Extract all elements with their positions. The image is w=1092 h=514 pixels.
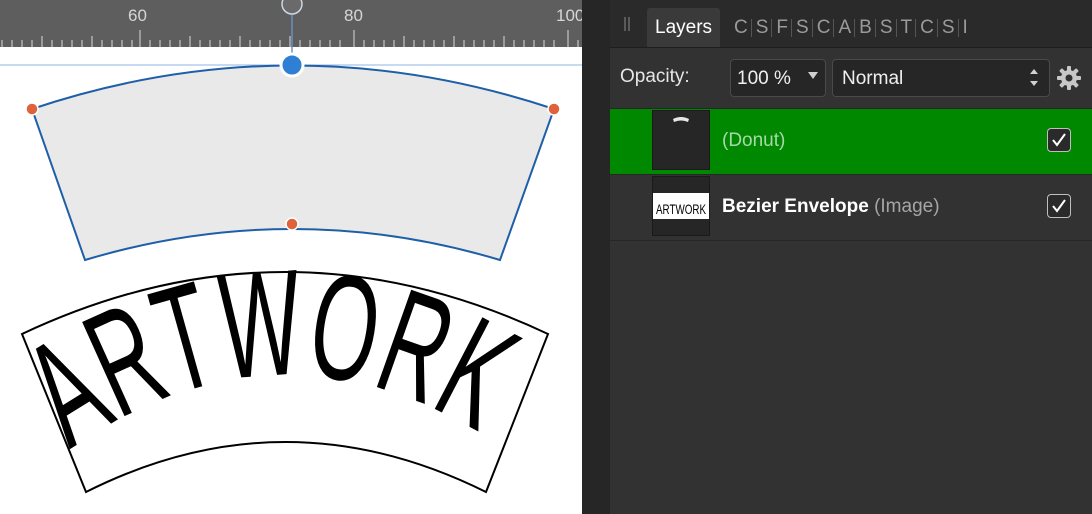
tab-styles[interactable]: S bbox=[874, 8, 897, 47]
grip-icon[interactable] bbox=[624, 17, 630, 31]
other-tabs: C S F S C A B S T C S I bbox=[730, 8, 972, 47]
tab-layers[interactable]: Layers bbox=[647, 8, 721, 47]
panel-divider[interactable] bbox=[582, 0, 610, 514]
stepper-icon bbox=[1029, 67, 1039, 89]
thumb-text: ARTWORK bbox=[656, 201, 706, 217]
layer-name-donut: (Donut) bbox=[722, 130, 785, 152]
opacity-dropdown[interactable]: 100 % bbox=[730, 59, 826, 97]
layer-row-bezier-envelope[interactable]: ARTWORK Bezier Envelope (Image) bbox=[610, 175, 1092, 241]
layers-toolbar: Opacity: 100 % Normal bbox=[610, 48, 1092, 109]
canvas[interactable]: 60 80 100 ARTWORK bbox=[0, 0, 582, 514]
layer-type-donut: (Donut) bbox=[722, 130, 786, 151]
tab-character[interactable]: C bbox=[811, 8, 835, 47]
tab-color[interactable]: C bbox=[730, 8, 752, 47]
layer-name-bezier: Bezier Envelope (Image) bbox=[722, 196, 940, 218]
donut-thumbnail bbox=[652, 110, 710, 170]
visibility-checkbox-donut[interactable] bbox=[1047, 128, 1071, 152]
opacity-value: 100 % bbox=[737, 68, 791, 89]
node-handle-top[interactable] bbox=[279, 52, 305, 78]
layer-type-image: (Image) bbox=[874, 196, 940, 217]
tab-fx[interactable]: F bbox=[771, 8, 792, 47]
rotation-handle[interactable] bbox=[281, 0, 303, 15]
tab-transform[interactable]: T bbox=[895, 8, 917, 47]
tab-appearance[interactable]: A bbox=[833, 8, 855, 47]
node-handle-bottom[interactable] bbox=[285, 217, 299, 231]
layer-row-donut[interactable]: (Donut) bbox=[610, 109, 1092, 175]
blend-mode-value: Normal bbox=[842, 68, 904, 89]
envelope-shape[interactable] bbox=[30, 64, 556, 262]
artwork-thumbnail-icon: ARTWORK bbox=[653, 193, 709, 219]
tab-symbols[interactable]: S bbox=[936, 8, 959, 47]
tab-constraints[interactable]: C bbox=[915, 8, 938, 47]
donut-thumbnail-icon bbox=[673, 117, 689, 122]
artwork-canvas: ARTWORK bbox=[0, 0, 582, 494]
layer-name-bold: Bezier Envelope bbox=[722, 196, 869, 217]
visibility-checkbox-bezier[interactable] bbox=[1047, 194, 1071, 218]
tab-swatches[interactable]: S bbox=[750, 8, 773, 47]
opacity-label: Opacity: bbox=[620, 66, 690, 87]
checkmark-icon bbox=[1052, 199, 1066, 213]
chevron-down-icon bbox=[808, 72, 818, 79]
tab-info[interactable]: I bbox=[957, 8, 972, 47]
tab-stroke[interactable]: S bbox=[791, 8, 813, 47]
bezier-envelope-thumbnail: ARTWORK bbox=[652, 176, 710, 236]
tab-brushes[interactable]: B bbox=[854, 8, 876, 47]
blend-mode-select[interactable]: Normal bbox=[832, 59, 1050, 97]
gear-icon[interactable] bbox=[1056, 65, 1082, 91]
layers-panel: Layers C S F S C A B S T C S I Opacity: … bbox=[610, 0, 1092, 514]
checkmark-icon bbox=[1052, 133, 1066, 147]
node-handle-right[interactable] bbox=[547, 102, 561, 116]
panel-tab-bar: Layers C S F S C A B S T C S I bbox=[610, 0, 1092, 48]
node-handle-left[interactable] bbox=[25, 102, 39, 116]
